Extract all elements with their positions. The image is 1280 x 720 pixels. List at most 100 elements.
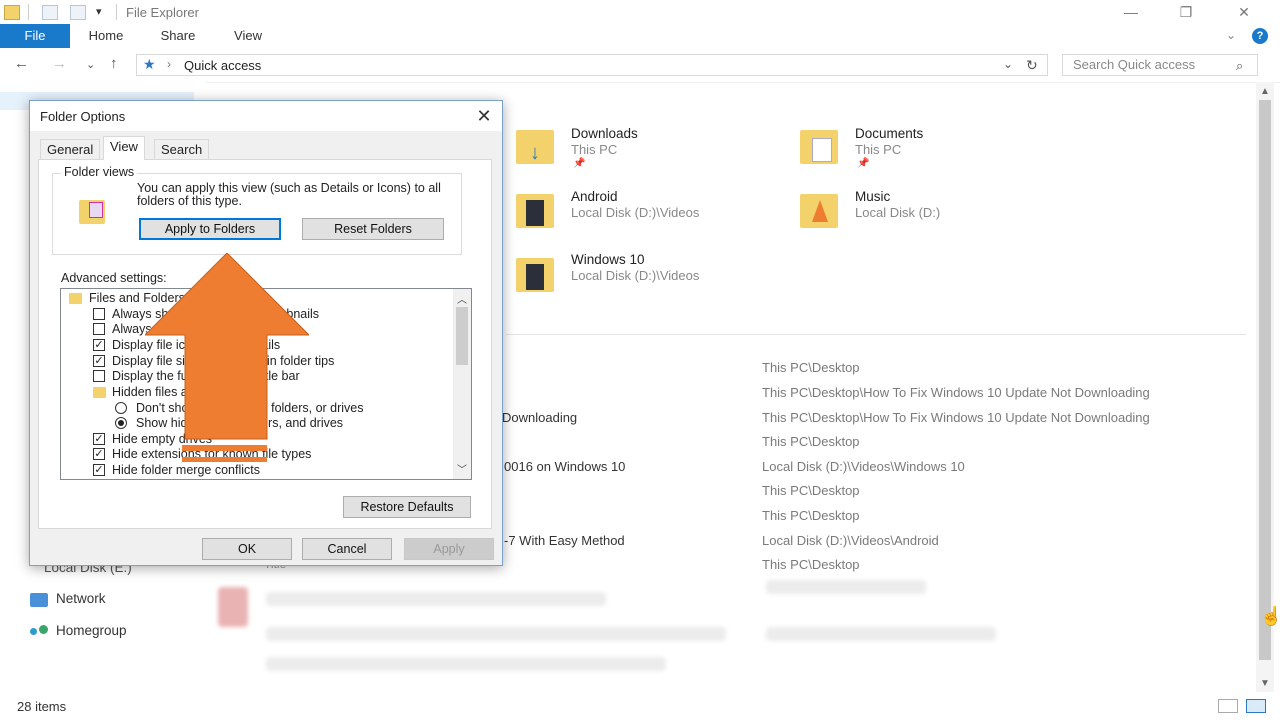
dialog-tab-general[interactable]: General [40,139,101,159]
title-divider [116,4,117,20]
ok-button[interactable]: OK [202,538,292,560]
recent-file-path: This PC\Desktop\How To Fix Windows 10 Up… [762,385,1150,400]
apply-button[interactable]: Apply [404,538,494,560]
recent-file-path: This PC\Desktop [762,557,860,572]
checkbox-checked: ✓ [93,355,105,367]
search-input[interactable]: Search Quick access [1062,54,1258,76]
blurred-row [266,592,606,606]
dialog-tab-search[interactable]: Search [154,139,210,159]
folder-views-icon [79,200,105,224]
back-arrow-icon[interactable]: ← [14,55,29,72]
new-folder-icon[interactable] [70,5,86,20]
recent-file-path: This PC\Desktop [762,483,860,498]
tab-view[interactable]: View [222,24,274,48]
content-scrollbar[interactable]: ▲ ▼ [1256,82,1274,692]
reset-folders-button[interactable]: Reset Folders [302,218,444,240]
tab-share[interactable]: Share [152,24,204,48]
sidebar-item-homegroup[interactable]: Homegroup [56,623,127,638]
recent-file-path: Local Disk (D:)\Videos\Android [762,533,939,548]
scroll-up-icon[interactable]: ▲ [1260,86,1270,97]
radio-selected [115,417,127,429]
blurred-row [266,627,726,641]
qat-customize-icon[interactable]: ▾ [96,5,102,18]
up-arrow-icon[interactable]: ↑ [110,55,118,72]
status-bar: 28 items [0,694,1280,720]
recent-file-name[interactable]: Downloading [502,410,577,425]
checkbox-unchecked [93,323,105,335]
qa-item-location: Local Disk (D:)\Videos [571,268,700,283]
qa-item-name[interactable]: Windows 10 [571,252,645,267]
folder-views-group: Folder views You can apply this view (su… [52,165,462,255]
dialog-close-button[interactable]: ✕ [470,103,498,129]
title-bar: ▾ File Explorer — ❐ ✕ [0,0,1280,24]
apply-to-folders-button[interactable]: Apply to Folders [139,218,281,240]
qa-item-location: Local Disk (D:) [855,205,941,220]
dialog-title-bar: Folder Options ✕ [30,101,502,131]
qa-item-name[interactable]: Documents [855,126,923,141]
forward-arrow-icon[interactable]: → [52,55,67,72]
android-folder-icon[interactable] [516,194,554,228]
refresh-icon[interactable]: ↻ [1026,57,1038,74]
qa-item-name[interactable]: Android [571,189,618,204]
recent-file-path: This PC\Desktop [762,508,860,523]
recent-file-name[interactable]: -7 With Easy Method [504,533,625,548]
list-scroll-down-icon[interactable]: ﹀ [457,461,467,476]
qa-item-location: This PC [855,142,902,157]
close-button[interactable]: ✕ [1221,2,1267,24]
qat-divider [28,4,29,20]
navigation-bar: ← → ⌄ ↑ ★ › Quick access ⌄ ↻ Search Quic… [0,48,1280,83]
music-folder-icon[interactable] [800,194,838,228]
qa-item-location: Local Disk (D:)\Videos [571,205,700,220]
documents-folder-icon[interactable] [800,130,838,164]
tab-file[interactable]: File [0,24,70,48]
address-history-icon[interactable]: ⌄ [1003,57,1013,71]
qa-item-location: This PC [571,142,618,157]
checkbox-unchecked [93,370,105,382]
list-scroll-up-icon[interactable]: ︿ [457,291,467,306]
recent-file-path: Local Disk (D:)\Videos\Windows 10 [762,459,965,474]
quick-access-star-icon: ★ [143,56,156,72]
tab-home[interactable]: Home [80,24,132,48]
help-icon[interactable]: ? [1252,28,1268,44]
scroll-thumb[interactable] [1259,100,1271,660]
downloads-folder-icon[interactable]: ↓ [516,130,554,164]
breadcrumb-chevron-icon[interactable]: › [167,57,171,71]
dialog-title: Folder Options [40,109,126,124]
checkbox-checked: ✓ [93,433,105,445]
windows10-folder-icon[interactable] [516,258,554,292]
recent-file-name[interactable]: 0016 on Windows 10 [504,459,625,474]
folder-views-description: You can apply this view (such as Details… [137,181,441,208]
blurred-row [266,657,666,671]
annotation-arrow-icon [145,253,309,462]
large-icons-view-icon[interactable] [1246,699,1266,713]
recent-locations-icon[interactable]: ⌄ [86,58,95,71]
item-count: 28 items [17,699,67,714]
minimize-button[interactable]: — [1108,2,1154,24]
dialog-tab-view[interactable]: View [103,136,145,160]
checkbox-checked: ✓ [93,339,105,351]
list-scroll-thumb[interactable] [456,307,468,365]
advanced-list-scrollbar[interactable]: ︿ ﹀ [453,289,471,479]
restore-defaults-button[interactable]: Restore Defaults [343,496,471,518]
qa-item-name[interactable]: Downloads [571,126,638,141]
details-view-icon[interactable] [1218,699,1238,713]
cancel-button[interactable]: Cancel [302,538,392,560]
restore-button[interactable]: ❐ [1163,2,1209,24]
address-bar[interactable]: ★ › Quick access ⌄ [136,54,1048,76]
breadcrumb-location[interactable]: Quick access [184,58,261,73]
folder-icon [69,293,82,304]
sidebar-item-network[interactable]: Network [56,591,106,606]
blurred-row [766,580,926,594]
scroll-down-icon[interactable]: ▼ [1260,678,1270,689]
properties-icon[interactable] [42,5,58,20]
ribbon-tabs: File Home Share View ⌄ ? [0,24,1280,48]
pin-icon: 📌 [857,158,870,169]
checkbox-checked: ✓ [93,448,105,460]
expand-ribbon-icon[interactable]: ⌄ [1226,28,1236,42]
checkbox-checked: ✓ [93,464,105,476]
checkbox-unchecked [93,308,105,320]
qa-item-name[interactable]: Music [855,189,890,204]
network-icon [30,593,48,607]
blurred-thumbnail [218,587,248,627]
section-divider [506,334,1246,335]
